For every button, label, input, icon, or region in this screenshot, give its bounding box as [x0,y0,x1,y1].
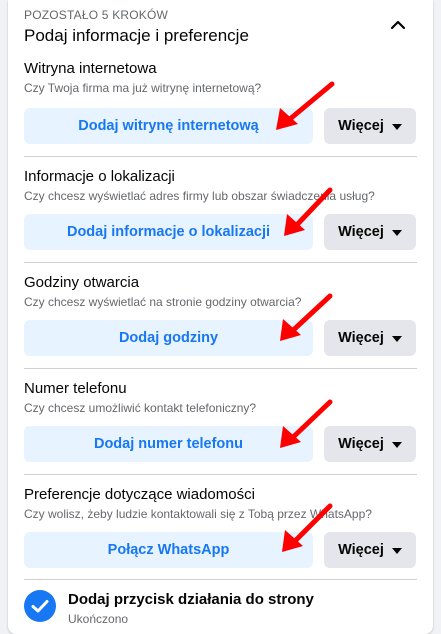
completed-step-status: Ukończono [68,612,129,626]
section-location: Informacje o lokalizacji Czy chcesz wyśw… [24,168,417,250]
more-label: Więcej [338,118,384,134]
caret-down-icon [391,230,402,236]
completed-step-title: Dodaj przycisk działania do strony [68,591,314,608]
more-button[interactable]: Więcej [324,532,416,568]
card-header: POZOSTAŁO 5 KROKÓW Podaj informacje i pr… [24,8,414,46]
more-label: Więcej [338,330,384,346]
section-title: Witryna internetowa [24,60,157,77]
more-label: Więcej [338,224,384,240]
card-title: Podaj informacje i preferencje [24,26,249,45]
divider [24,156,417,157]
add-website-button[interactable]: Dodaj witrynę internetową [24,108,313,144]
connect-whatsapp-button[interactable]: Połącz WhatsApp [24,532,313,568]
section-hours: Godziny otwarcia Czy chcesz wyświetlać n… [24,274,417,356]
chevron-up-icon[interactable] [387,14,409,36]
more-button[interactable]: Więcej [324,426,416,462]
add-hours-button[interactable]: Dodaj godziny [24,320,313,356]
caret-down-icon [391,548,402,554]
caret-down-icon [391,442,402,448]
section-subtitle: Czy chcesz wyświetlać na stronie godziny… [24,295,302,309]
divider [24,579,417,580]
caret-down-icon [391,124,402,130]
setup-steps-card: POZOSTAŁO 5 KROKÓW Podaj informacje i pr… [8,0,433,634]
more-button[interactable]: Więcej [324,214,416,250]
section-subtitle: Czy chcesz wyświetlać adres firmy lub ob… [24,189,375,203]
more-button[interactable]: Więcej [324,320,416,356]
divider [24,262,417,263]
section-subtitle: Czy wolisz, żeby ludzie kontaktowali się… [24,507,372,521]
section-messaging: Preferencje dotyczące wiadomości Czy wol… [24,486,417,568]
steps-remaining: POZOSTAŁO 5 KROKÓW [24,8,169,22]
divider [24,474,417,475]
section-title: Godziny otwarcia [24,274,140,291]
more-button[interactable]: Więcej [324,108,416,144]
checkmark-circle-icon [24,590,56,622]
section-title: Preferencje dotyczące wiadomości [24,486,255,503]
section-title: Informacje o lokalizacji [24,168,175,185]
section-website: Witryna internetowa Czy Twoja firma ma j… [24,60,417,144]
more-label: Więcej [338,542,384,558]
caret-down-icon [391,336,402,342]
add-location-button[interactable]: Dodaj informacje o lokalizacji [24,214,313,250]
section-subtitle: Czy chcesz umożliwić kontakt telefoniczn… [24,401,257,415]
section-subtitle: Czy Twoja firma ma już witrynę interneto… [24,81,262,95]
divider [24,368,417,369]
section-title: Numer telefonu [24,380,127,397]
add-phone-button[interactable]: Dodaj numer telefonu [24,426,313,462]
section-phone: Numer telefonu Czy chcesz umożliwić kont… [24,380,417,462]
more-label: Więcej [338,436,384,452]
